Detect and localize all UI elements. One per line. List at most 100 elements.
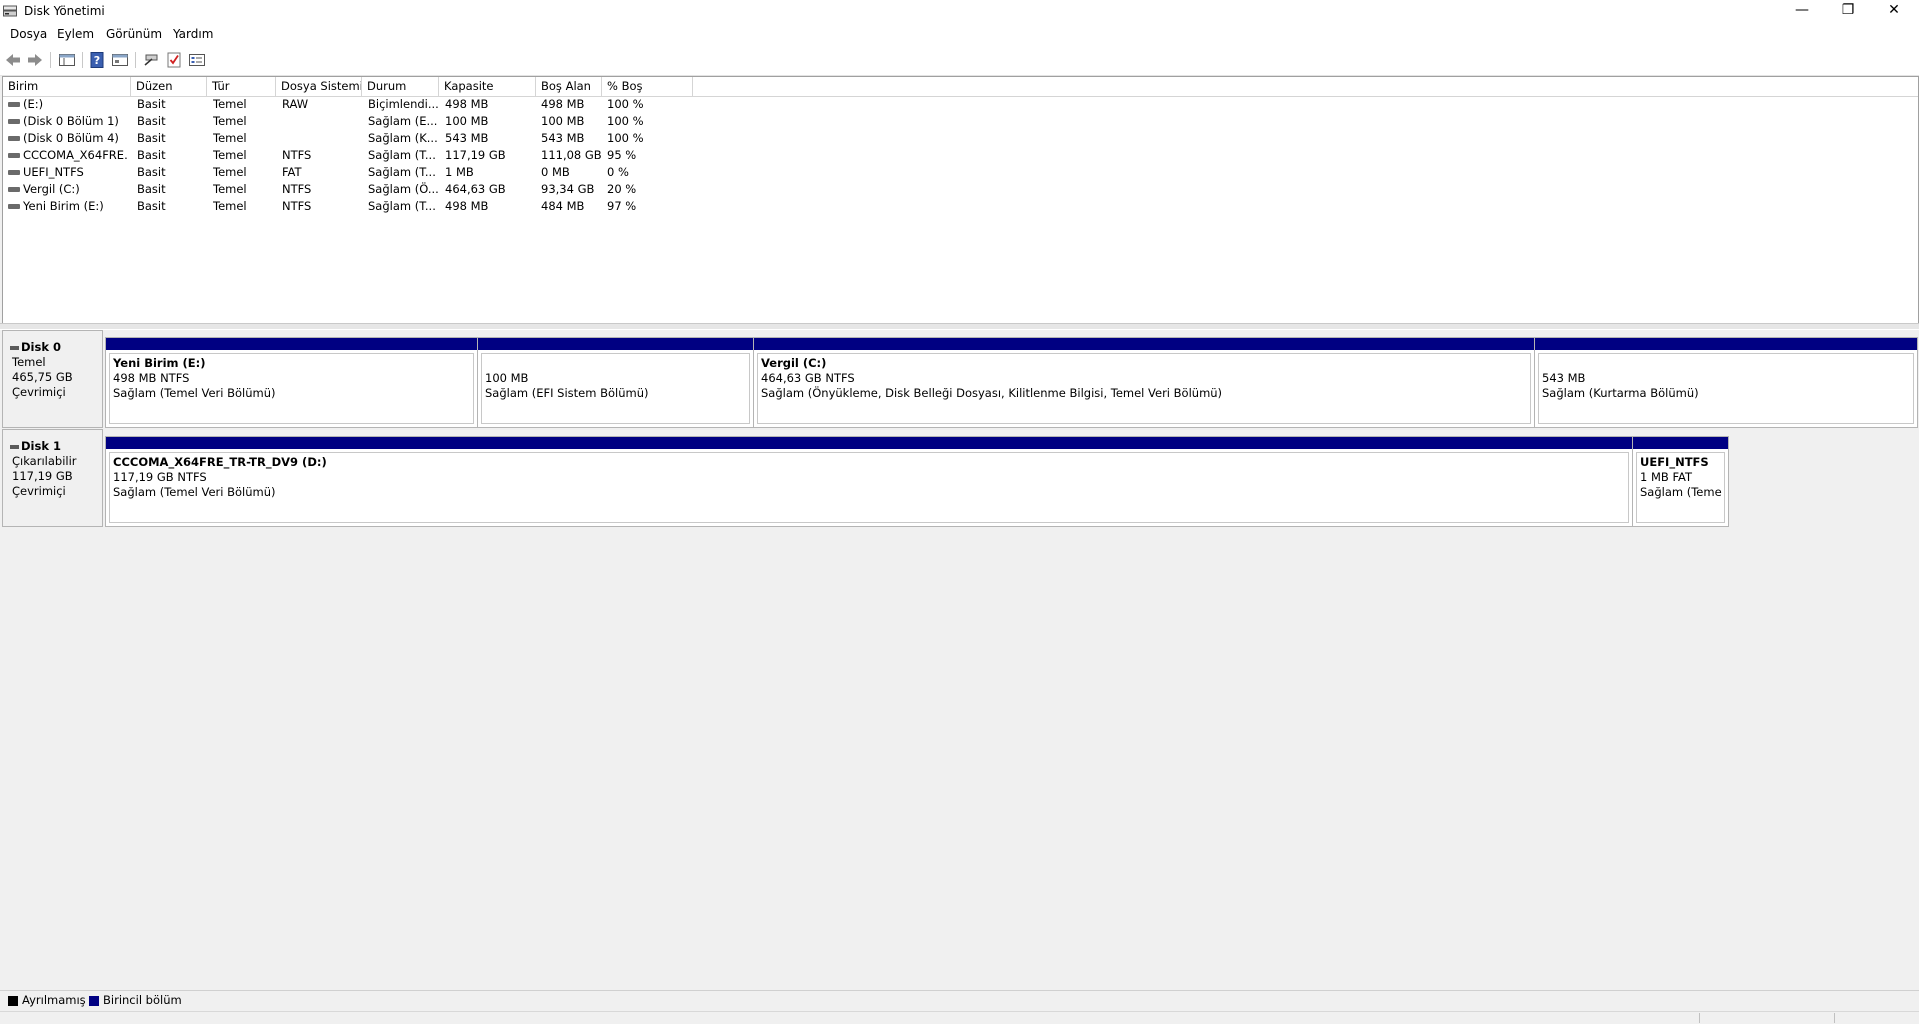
- disk-icon: [10, 445, 19, 449]
- title-bar: Disk Yönetimi — ❐ ✕: [0, 0, 1919, 23]
- disk-1-size: 117,19 GB: [12, 469, 73, 483]
- cell-birim: UEFI_NTFS: [23, 165, 84, 179]
- restore-button[interactable]: ❐: [1825, 0, 1871, 22]
- minimize-button[interactable]: —: [1779, 0, 1825, 22]
- partition-status: Sağlam (Temel Veri Bölümü): [113, 386, 276, 400]
- partition-size: 464,63 GB NTFS: [761, 371, 855, 385]
- table-row[interactable]: (E:) Basit Temel RAW Biçimlendi... 498 M…: [3, 96, 1918, 113]
- check-icon[interactable]: [164, 50, 184, 70]
- cell-tur: Temel: [213, 114, 247, 128]
- unallocated-swatch: [8, 996, 18, 1006]
- cell-kapasite: 117,19 GB: [445, 148, 506, 162]
- table-row[interactable]: (Disk 0 Bölüm 4) Basit Temel Sağlam (K..…: [3, 130, 1918, 147]
- column-duzen[interactable]: Düzen: [131, 77, 207, 96]
- disk-1-label[interactable]: Disk 1 Çıkarılabilir 117,19 GB Çevrimiçi: [2, 429, 103, 527]
- close-button[interactable]: ✕: [1871, 0, 1917, 22]
- cell-yuzde-bos: 0 %: [607, 165, 629, 179]
- partition-info: Vergil (C:) 464,63 GB NTFS Sağlam (Önyük…: [757, 353, 1531, 424]
- toolbar: ?: [0, 45, 1919, 76]
- cell-kapasite: 543 MB: [445, 131, 489, 145]
- disk-0-name-row: Disk 0: [10, 340, 102, 355]
- cell-yuzde-bos: 100 %: [607, 131, 644, 145]
- disk-1-status: Çevrimiçi: [12, 484, 66, 498]
- help-icon[interactable]: ?: [87, 50, 107, 70]
- cell-bos-alan: 0 MB: [541, 165, 570, 179]
- cell-kapasite: 498 MB: [445, 199, 489, 213]
- partition-info: 543 MB Sağlam (Kurtarma Bölümü): [1538, 353, 1914, 424]
- menu-bar: Dosya Eylem Görünüm Yardım: [0, 23, 1919, 45]
- partition-efi[interactable]: 100 MB Sağlam (EFI Sistem Bölümü): [478, 338, 754, 427]
- partition-uefi-ntfs[interactable]: UEFI_NTFS 1 MB FAT Sağlam (Teme: [1633, 437, 1728, 526]
- partition-recovery[interactable]: 543 MB Sağlam (Kurtarma Bölümü): [1535, 338, 1917, 427]
- primary-partition-bar: [106, 338, 477, 350]
- table-row[interactable]: (Disk 0 Bölüm 1) Basit Temel Sağlam (E..…: [3, 113, 1918, 130]
- cell-bos-alan: 111,08 GB: [541, 148, 602, 162]
- partition-size: 543 MB: [1542, 371, 1586, 385]
- menu-eylem[interactable]: Eylem: [57, 27, 94, 41]
- primary-partition-bar: [106, 437, 1632, 449]
- menu-yardim[interactable]: Yardım: [173, 27, 213, 41]
- table-row[interactable]: Vergil (C:) Basit Temel NTFS Sağlam (Ö..…: [3, 181, 1918, 198]
- table-row[interactable]: Yeni Birim (E:) Basit Temel NTFS Sağlam …: [3, 198, 1918, 215]
- volume-icon: [8, 102, 20, 107]
- console-tree-icon[interactable]: [57, 50, 77, 70]
- partition-vergil[interactable]: Vergil (C:) 464,63 GB NTFS Sağlam (Önyük…: [754, 338, 1535, 427]
- partition-title: UEFI_NTFS: [1640, 455, 1709, 469]
- partition-yeni-birim[interactable]: Yeni Birim (E:) 498 MB NTFS Sağlam (Teme…: [106, 338, 478, 427]
- column-dosya-sistemi[interactable]: Dosya Sistemi: [276, 77, 362, 96]
- pane-splitter[interactable]: [0, 323, 1919, 330]
- partition-title: [485, 356, 746, 371]
- partition-status: Sağlam (Teme: [1640, 485, 1722, 499]
- column-tur[interactable]: Tür: [207, 77, 276, 96]
- status-bar: [0, 1011, 1919, 1024]
- volume-icon: [8, 153, 20, 158]
- primary-partition-bar: [754, 338, 1534, 350]
- properties-icon[interactable]: [110, 50, 130, 70]
- column-bos-alan[interactable]: Boş Alan: [536, 77, 602, 96]
- partition-cccoma[interactable]: CCCOMA_X64FRE_TR-TR_DV9 (D:) 117,19 GB N…: [106, 437, 1633, 526]
- cell-duzen: Basit: [137, 131, 166, 145]
- cell-durum: Sağlam (E...: [368, 114, 438, 128]
- table-row[interactable]: UEFI_NTFS Basit Temel FAT Sağlam (T... 1…: [3, 164, 1918, 181]
- svg-text:?: ?: [94, 54, 100, 67]
- partition-info: UEFI_NTFS 1 MB FAT Sağlam (Teme: [1636, 452, 1725, 523]
- toolbar-separator: [50, 52, 51, 68]
- cell-bos-alan: 498 MB: [541, 97, 585, 111]
- volume-icon: [8, 136, 20, 141]
- back-icon[interactable]: [3, 50, 23, 70]
- menu-gorunum[interactable]: Görünüm: [106, 27, 162, 41]
- column-birim[interactable]: Birim: [3, 77, 131, 96]
- cell-kapasite: 498 MB: [445, 97, 489, 111]
- column-durum[interactable]: Durum: [362, 77, 439, 96]
- cell-tur: Temel: [213, 165, 247, 179]
- cell-durum: Sağlam (K...: [368, 131, 438, 145]
- volume-icon: [8, 187, 20, 192]
- connect-icon[interactable]: [141, 50, 161, 70]
- cell-tur: Temel: [213, 182, 247, 196]
- cell-dosya-sistemi: NTFS: [282, 148, 312, 162]
- cell-birim: Yeni Birim (E:): [23, 199, 104, 213]
- cell-birim: (E:): [23, 97, 44, 111]
- cell-birim: Vergil (C:): [23, 182, 80, 196]
- cell-yuzde-bos: 100 %: [607, 97, 644, 111]
- menu-dosya[interactable]: Dosya: [10, 27, 47, 41]
- window-title: Disk Yönetimi: [24, 4, 105, 18]
- forward-icon[interactable]: [25, 50, 45, 70]
- partition-status: Sağlam (Kurtarma Bölümü): [1542, 386, 1699, 400]
- disk-1-partitions: CCCOMA_X64FRE_TR-TR_DV9 (D:) 117,19 GB N…: [105, 436, 1729, 527]
- cell-birim: (Disk 0 Bölüm 1): [23, 114, 119, 128]
- disk-0-label[interactable]: Disk 0 Temel 465,75 GB Çevrimiçi: [2, 330, 103, 428]
- disk-1-name: Disk 1: [21, 439, 61, 453]
- partition-title: Yeni Birim (E:): [113, 356, 206, 370]
- settings-list-icon[interactable]: [187, 50, 207, 70]
- column-kapasite[interactable]: Kapasite: [439, 77, 536, 96]
- volume-list[interactable]: Birim Düzen Tür Dosya Sistemi Durum Kapa…: [2, 76, 1919, 324]
- legend: Ayrılmamış Birincil bölüm: [0, 990, 1919, 1011]
- table-row[interactable]: CCCOMA_X64FRE... Basit Temel NTFS Sağlam…: [3, 147, 1918, 164]
- column-yuzde-bos[interactable]: % Boş: [602, 77, 693, 96]
- cell-bos-alan: 484 MB: [541, 199, 585, 213]
- cell-tur: Temel: [213, 199, 247, 213]
- cell-tur: Temel: [213, 148, 247, 162]
- cell-kapasite: 464,63 GB: [445, 182, 506, 196]
- cell-durum: Biçimlendi...: [368, 97, 438, 111]
